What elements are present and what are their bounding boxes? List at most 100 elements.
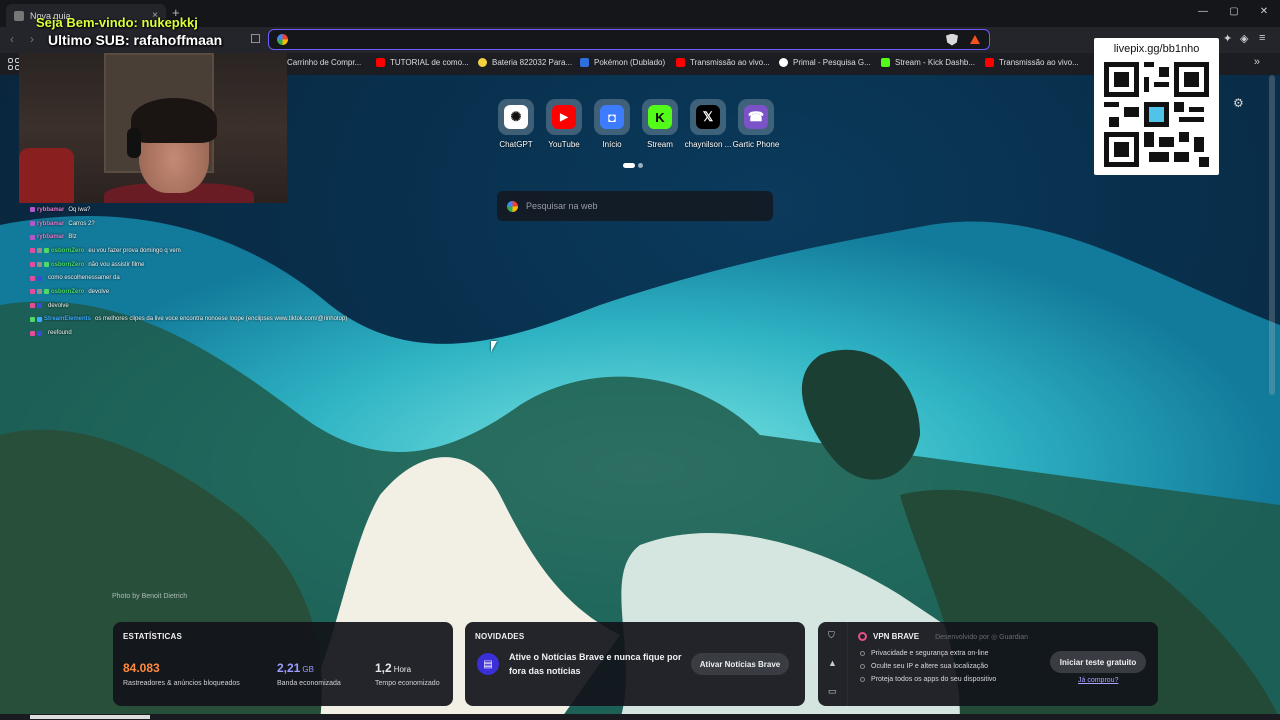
- news-text: Ative o Notícias Brave e nunca fique por…: [509, 652, 682, 676]
- bookmark-item[interactable]: TUTORIAL de como...: [376, 58, 469, 67]
- address-input[interactable]: [288, 34, 946, 45]
- widget-switcher: ⛉ ▲ ▭: [818, 622, 848, 706]
- livepix-qr-overlay: livepix.gg/bb1nho: [1094, 38, 1219, 175]
- chat-message: como escolhenessamer da: [30, 271, 350, 285]
- stream-chat-overlay: rybbamar Oq iwa? rybbamar Carros 2? rybbam…: [30, 203, 350, 340]
- bookmark-label: Carrinho de Compr...: [287, 58, 362, 67]
- bookmark-item[interactable]: Pokémon (Dublado): [580, 58, 665, 67]
- chat-badge-icon: [37, 316, 42, 322]
- bookmarks-overflow-icon[interactable]: »: [1254, 56, 1260, 68]
- top-sites-pagination[interactable]: [623, 163, 643, 168]
- top-site-x[interactable]: 𝕏 chaynilson ...: [684, 99, 732, 149]
- page-dot-active[interactable]: [623, 163, 635, 168]
- kick-icon: [881, 58, 890, 67]
- chat-text: devolve: [88, 288, 110, 295]
- chat-text: os melhores clipes da live voce encontra…: [95, 316, 348, 323]
- talk-icon[interactable]: ▭: [828, 686, 837, 697]
- top-site-label: Stream: [647, 140, 673, 149]
- extensions-icon[interactable]: ✦: [1223, 32, 1232, 45]
- x-icon: 𝕏: [696, 105, 720, 129]
- already-purchased-link[interactable]: Já comprou?: [1078, 677, 1118, 684]
- chat-user: StreamElements: [44, 316, 92, 323]
- chat-text: Carros 2?: [68, 220, 95, 227]
- qr-title: livepix.gg/bb1nho: [1113, 43, 1200, 55]
- vpn-logo-icon: [858, 632, 867, 641]
- gartic-phone-icon: ☎: [744, 105, 768, 129]
- pokemon-icon: [580, 58, 589, 67]
- youtube-icon: ▶: [552, 105, 576, 129]
- bookmark-label: Transmissão ao vivo...: [690, 58, 770, 67]
- chat-badge-icon: [37, 262, 42, 268]
- enable-news-button[interactable]: Ativar Notícias Brave: [691, 653, 789, 675]
- webcam-person-hair: [131, 98, 217, 143]
- back-button[interactable]: ‹: [10, 32, 14, 46]
- address-bar[interactable]: [268, 29, 990, 50]
- close-window-button[interactable]: ✕: [1257, 6, 1271, 17]
- page-dot[interactable]: [638, 163, 643, 168]
- bookmark-item[interactable]: Transmissão ao vivo...: [676, 58, 770, 67]
- bookmark-item[interactable]: Primal - Pesquisa G...: [779, 58, 871, 67]
- bookmark-label: Pokémon (Dublado): [594, 58, 666, 67]
- roblox-icon: ◘: [600, 105, 624, 129]
- bookmark-page-icon[interactable]: ☐: [250, 32, 261, 46]
- chatgpt-icon: ✺: [504, 105, 528, 129]
- chat-user: osbornZero: [51, 261, 85, 268]
- news-title: NOVIDADES: [475, 632, 525, 641]
- top-site-inicio[interactable]: ◘ Início: [588, 99, 636, 149]
- minimize-button[interactable]: —: [1196, 6, 1210, 17]
- menu-icon[interactable]: ≡: [1259, 32, 1265, 44]
- bookmark-item[interactable]: Bateria 822032 Para...: [478, 58, 572, 67]
- chat-text: como escolhenessamer da: [48, 275, 120, 282]
- top-site-label: YouTube: [548, 140, 580, 149]
- stat-time-value: 1,2: [375, 661, 392, 675]
- web-search-input[interactable]: [518, 201, 773, 211]
- scrollbar[interactable]: [1269, 75, 1275, 395]
- brave-rewards-icon[interactable]: [970, 35, 980, 44]
- maximize-button[interactable]: ▢: [1227, 6, 1241, 17]
- chat-badge-icon: [44, 262, 49, 268]
- forward-button[interactable]: ›: [30, 32, 34, 46]
- chat-badge-icon: [30, 330, 35, 336]
- chat-badge-icon: [30, 262, 35, 268]
- chat-message: osbornZero devolve: [30, 285, 350, 299]
- top-site-gartic-phone[interactable]: ☎ Gartic Phone: [732, 99, 780, 149]
- stat-trackers-desc: Rastreadores & anúncios bloqueados: [123, 680, 240, 687]
- customize-gear-icon[interactable]: ⚙: [1233, 96, 1244, 110]
- photo-credit[interactable]: Photo by Benoit Dietrich: [112, 593, 187, 600]
- vpn-feature-text: Oculte seu IP e altere sua localização: [871, 663, 988, 670]
- chat-user: rybbamar: [37, 206, 65, 213]
- chat-badge-icon: [30, 303, 35, 309]
- brave-shields-icon[interactable]: [946, 33, 958, 46]
- chat-badge-icon: [37, 289, 42, 295]
- stat-time-unit: Hora: [393, 665, 412, 674]
- vpn-provider: Desenvolvido por ◎ Guardian: [935, 633, 1028, 641]
- top-site-tile: ☎: [738, 99, 774, 135]
- chat-message: reefound: [30, 326, 350, 340]
- stat-time-desc: Tempo economizado: [375, 680, 440, 687]
- bookmark-item[interactable]: Stream - Kick Dashb...: [881, 58, 975, 67]
- qr-code-icon: [1104, 62, 1209, 167]
- vpn-shield-icon[interactable]: ⛉: [828, 630, 835, 641]
- headset-icon: [127, 128, 141, 158]
- bookmark-item[interactable]: Transmissão ao vivo...: [985, 58, 1079, 67]
- chat-message: rybbamar Carros 2?: [30, 217, 350, 231]
- stats-card: ESTATÍSTICAS 84.083 Rastreadores & anúnc…: [113, 622, 453, 706]
- chat-badge-icon: [30, 248, 35, 254]
- top-site-chatgpt[interactable]: ✺ ChatGPT: [492, 99, 540, 149]
- web-search-box[interactable]: [497, 191, 773, 221]
- vpn-shield-icon[interactable]: ◈: [1240, 32, 1248, 45]
- kick-icon: K: [648, 105, 672, 129]
- rewards-icon[interactable]: ▲: [828, 658, 837, 668]
- news-card: NOVIDADES ▤ Ative o Notícias Brave e nun…: [465, 622, 805, 706]
- google-icon: [277, 34, 288, 45]
- check-icon: [860, 677, 865, 682]
- check-icon: [860, 651, 865, 656]
- top-site-stream[interactable]: K Stream: [636, 99, 684, 149]
- top-site-tile: ◘: [594, 99, 630, 135]
- start-trial-button[interactable]: Iniciar teste gratuito: [1050, 651, 1146, 673]
- google-icon: [779, 58, 788, 67]
- chat-badge-icon: [30, 207, 35, 213]
- top-site-youtube[interactable]: ▶ YouTube: [540, 99, 588, 149]
- bookmark-item[interactable]: Carrinho de Compr...: [287, 58, 361, 67]
- chat-text: reefound: [48, 330, 72, 337]
